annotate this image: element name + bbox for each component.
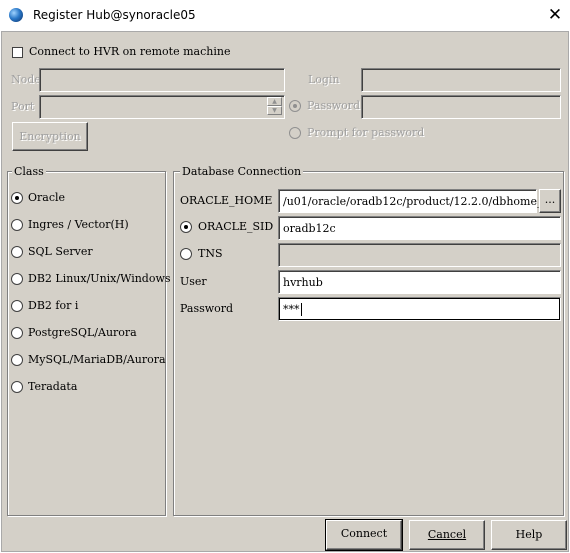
title-bar: Register Hub@synoracle05 ✕ bbox=[0, 0, 570, 31]
login-input[interactable] bbox=[361, 68, 561, 92]
class-radio-mysql[interactable] bbox=[11, 354, 23, 366]
oracle-sid-radio[interactable] bbox=[180, 221, 192, 233]
connect-remote-label: Connect to HVR on remote machine bbox=[29, 45, 231, 58]
help-button[interactable]: Help bbox=[491, 520, 567, 550]
user-input[interactable]: hvrhub bbox=[278, 270, 561, 294]
tns-label: TNS bbox=[198, 247, 223, 260]
browse-oracle-home-button[interactable]: ... bbox=[539, 189, 561, 213]
class-option-db2luw[interactable]: DB2 Linux/Unix/Windows bbox=[28, 272, 171, 285]
class-radio-ingres[interactable] bbox=[11, 219, 23, 231]
close-icon[interactable]: ✕ bbox=[543, 3, 567, 27]
class-option-db2i[interactable]: DB2 for i bbox=[28, 299, 78, 312]
class-radio-db2luw[interactable] bbox=[11, 273, 23, 285]
db-password-label: Password bbox=[180, 302, 234, 315]
encryption-button[interactable]: Encryption bbox=[12, 122, 88, 151]
port-input[interactable] bbox=[39, 95, 285, 119]
oracle-sid-value: oradb12c bbox=[283, 222, 336, 235]
db-connection-group-title: Database Connection bbox=[180, 165, 304, 178]
db-password-input[interactable]: *** bbox=[278, 297, 561, 321]
stepper-down-icon[interactable]: ▼ bbox=[267, 106, 282, 115]
connect-button[interactable]: Connect bbox=[325, 519, 403, 551]
connect-remote-checkbox[interactable] bbox=[12, 47, 23, 58]
node-label: Node bbox=[11, 73, 41, 86]
login-label: Login bbox=[308, 73, 340, 86]
tns-radio[interactable] bbox=[180, 248, 192, 260]
class-radio-db2i[interactable] bbox=[11, 300, 23, 312]
class-radio-teradata[interactable] bbox=[11, 381, 23, 393]
class-option-teradata[interactable]: Teradata bbox=[28, 380, 77, 393]
tns-input[interactable] bbox=[278, 243, 561, 267]
remote-password-label: Password bbox=[307, 99, 361, 112]
user-label: User bbox=[180, 275, 207, 288]
node-input[interactable] bbox=[39, 68, 285, 92]
class-radio-sqlserver[interactable] bbox=[11, 246, 23, 258]
class-radio-oracle[interactable] bbox=[11, 192, 23, 204]
class-radio-postgresql[interactable] bbox=[11, 327, 23, 339]
oracle-home-value: /u01/oracle/oradb12c/product/12.2.0/dbho… bbox=[283, 195, 550, 208]
db-password-value: *** bbox=[283, 303, 300, 316]
text-caret bbox=[301, 303, 302, 316]
stepper-up-icon[interactable]: ▲ bbox=[267, 97, 282, 106]
oracle-sid-label: ORACLE_SID bbox=[198, 220, 274, 233]
oracle-sid-input[interactable]: oradb12c bbox=[278, 216, 561, 240]
oracle-home-input[interactable]: /u01/oracle/oradb12c/product/12.2.0/dbho… bbox=[278, 189, 549, 213]
class-option-sqlserver[interactable]: SQL Server bbox=[28, 245, 93, 258]
hvr-app-icon bbox=[9, 8, 23, 22]
class-option-postgresql[interactable]: PostgreSQL/Aurora bbox=[28, 326, 137, 339]
oracle-home-label: ORACLE_HOME bbox=[180, 194, 273, 207]
class-option-ingres[interactable]: Ingres / Vector(H) bbox=[28, 218, 129, 231]
prompt-password-radio[interactable] bbox=[289, 127, 301, 139]
window-title: Register Hub@synoracle05 bbox=[33, 8, 196, 22]
class-option-mysql[interactable]: MySQL/MariaDB/Aurora bbox=[28, 353, 166, 366]
class-option-oracle[interactable]: Oracle bbox=[28, 191, 65, 204]
port-stepper[interactable]: ▲ ▼ bbox=[267, 97, 282, 116]
prompt-password-label: Prompt for password bbox=[307, 126, 425, 139]
port-label: Port bbox=[11, 100, 35, 113]
dialog-body: Connect to HVR on remote machine Node Lo… bbox=[1, 31, 569, 552]
class-group-title: Class bbox=[12, 165, 46, 178]
password-radio[interactable] bbox=[289, 100, 301, 112]
remote-password-input[interactable] bbox=[361, 95, 561, 119]
cancel-button[interactable]: Cancel bbox=[409, 520, 485, 550]
user-value: hvrhub bbox=[283, 276, 323, 289]
